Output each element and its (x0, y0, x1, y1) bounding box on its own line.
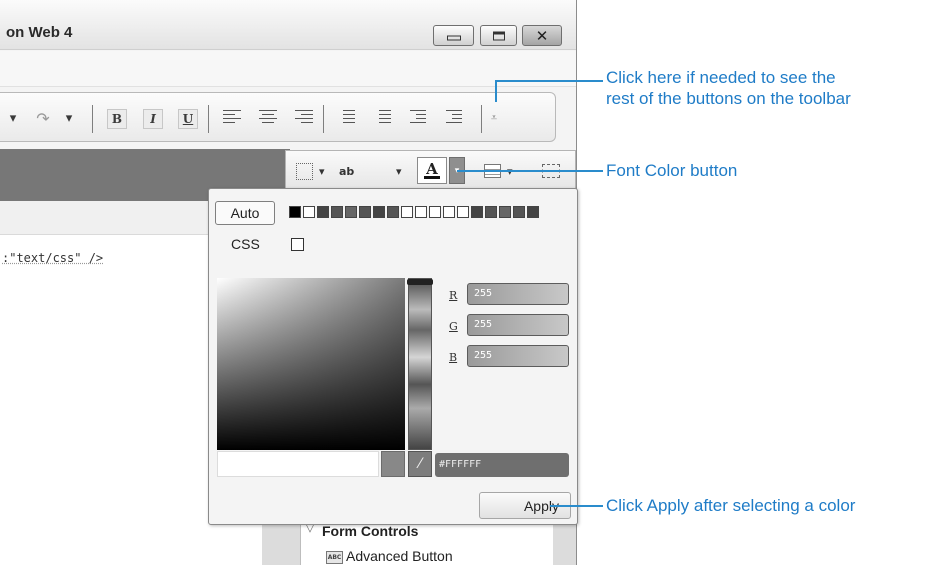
callout-font-color: Font Color button (606, 161, 738, 180)
toolbar-separator (92, 105, 93, 133)
green-input[interactable]: 255 (467, 314, 569, 336)
redo-dropdown-icon[interactable]: ▾ (62, 93, 76, 143)
color-swatch[interactable] (471, 206, 483, 218)
font-color-icon: A (424, 160, 440, 179)
increase-indent-icon[interactable] (446, 110, 464, 126)
color-swatch[interactable] (303, 206, 315, 218)
redo-icon[interactable]: ↷ (34, 93, 52, 143)
color-swatch[interactable] (429, 206, 441, 218)
menu-bar (0, 51, 576, 87)
color-picker-popup: Auto CSS R 255 G 255 B 255 ⁄ #FFFFFF App… (208, 188, 578, 525)
borders-icon[interactable] (296, 151, 313, 191)
toolbox-item-advanced-button[interactable]: ABC Advanced Button (326, 548, 453, 564)
toolbar-separator (323, 105, 324, 133)
color-swatch[interactable] (485, 206, 497, 218)
maximize-icon (492, 31, 505, 40)
hue-slider[interactable] (407, 278, 433, 450)
callout-leader-overflow (495, 80, 603, 82)
color-swatch[interactable] (415, 206, 427, 218)
toolbar-separator (481, 105, 482, 133)
toolbar-overflow-button[interactable]: ⩡ (487, 93, 501, 143)
minimize-icon (446, 35, 461, 41)
color-swatch[interactable] (401, 206, 413, 218)
font-color-button[interactable]: A (417, 157, 447, 184)
minimize-button[interactable] (433, 25, 474, 46)
advanced-button-icon: ABC (326, 550, 343, 564)
align-left-icon[interactable] (223, 110, 241, 126)
bulleted-list-icon[interactable] (373, 110, 391, 126)
numbered-list-icon[interactable] (337, 110, 355, 126)
callout-overflow-line-2: rest of the buttons on the toolbar (606, 89, 851, 108)
auto-color-button[interactable]: Auto (215, 201, 275, 225)
color-swatch[interactable] (373, 206, 385, 218)
color-swatch-row (289, 206, 541, 218)
color-swatch[interactable] (443, 206, 455, 218)
color-swatch[interactable] (331, 206, 343, 218)
hex-color-input[interactable]: #FFFFFF (435, 453, 569, 477)
highlight-icon[interactable]: ab (339, 151, 354, 191)
window-title: on Web 4 (6, 24, 73, 41)
new-color-preview (217, 451, 379, 477)
color-swatch[interactable] (387, 206, 399, 218)
align-center-icon[interactable] (259, 110, 277, 126)
close-icon: ✕ (535, 26, 549, 45)
callout-leader-overflow (495, 80, 497, 102)
code-line[interactable]: :"text/css" /> (2, 251, 103, 265)
saturation-value-field[interactable] (217, 278, 405, 450)
bold-button[interactable]: B (107, 109, 127, 129)
toolbox-item-label: Advanced Button (346, 548, 453, 564)
green-label: G (449, 320, 458, 333)
close-button[interactable]: ✕ (522, 25, 562, 46)
color-swatch[interactable] (457, 206, 469, 218)
align-right-icon[interactable] (295, 110, 313, 126)
callout-leader-apply (550, 505, 603, 507)
red-label: R (449, 289, 458, 302)
italic-button[interactable]: I (143, 109, 163, 129)
color-swatch[interactable] (289, 206, 301, 218)
callout-apply: Click Apply after selecting a color (606, 496, 856, 515)
underline-button[interactable]: U (178, 109, 198, 129)
current-color-preview (381, 451, 405, 477)
css-checkbox[interactable] (291, 238, 304, 251)
blue-input[interactable]: 255 (467, 345, 569, 367)
decrease-indent-icon[interactable] (410, 110, 428, 126)
blue-label: B (449, 351, 458, 364)
color-swatch[interactable] (499, 206, 511, 218)
maximize-button[interactable] (480, 25, 517, 46)
color-swatch[interactable] (345, 206, 357, 218)
red-input[interactable]: 255 (467, 283, 569, 305)
color-swatch[interactable] (317, 206, 329, 218)
color-swatch[interactable] (359, 206, 371, 218)
form-controls-heading[interactable]: Form Controls (322, 523, 418, 539)
undo-dropdown-icon[interactable]: ▾ (6, 93, 20, 143)
css-label: CSS (231, 236, 260, 252)
eyedropper-icon: ⁄ (418, 456, 422, 472)
main-toolbar: ▾ ↷ ▾ B I U ⩡ (0, 92, 556, 142)
callout-overflow-line-1: Click here if needed to see the (606, 68, 836, 87)
toolbar-separator (208, 105, 209, 133)
color-swatch[interactable] (513, 206, 525, 218)
eyedropper-button[interactable]: ⁄ (408, 451, 432, 477)
hue-slider-handle[interactable] (407, 279, 433, 285)
color-swatch[interactable] (527, 206, 539, 218)
highlight-dropdown-icon[interactable]: ▾ (396, 151, 402, 191)
title-bar: on Web 4 ✕ (0, 0, 576, 50)
callout-leader-font-color (457, 170, 603, 172)
borders-dropdown-icon[interactable]: ▾ (319, 151, 325, 191)
